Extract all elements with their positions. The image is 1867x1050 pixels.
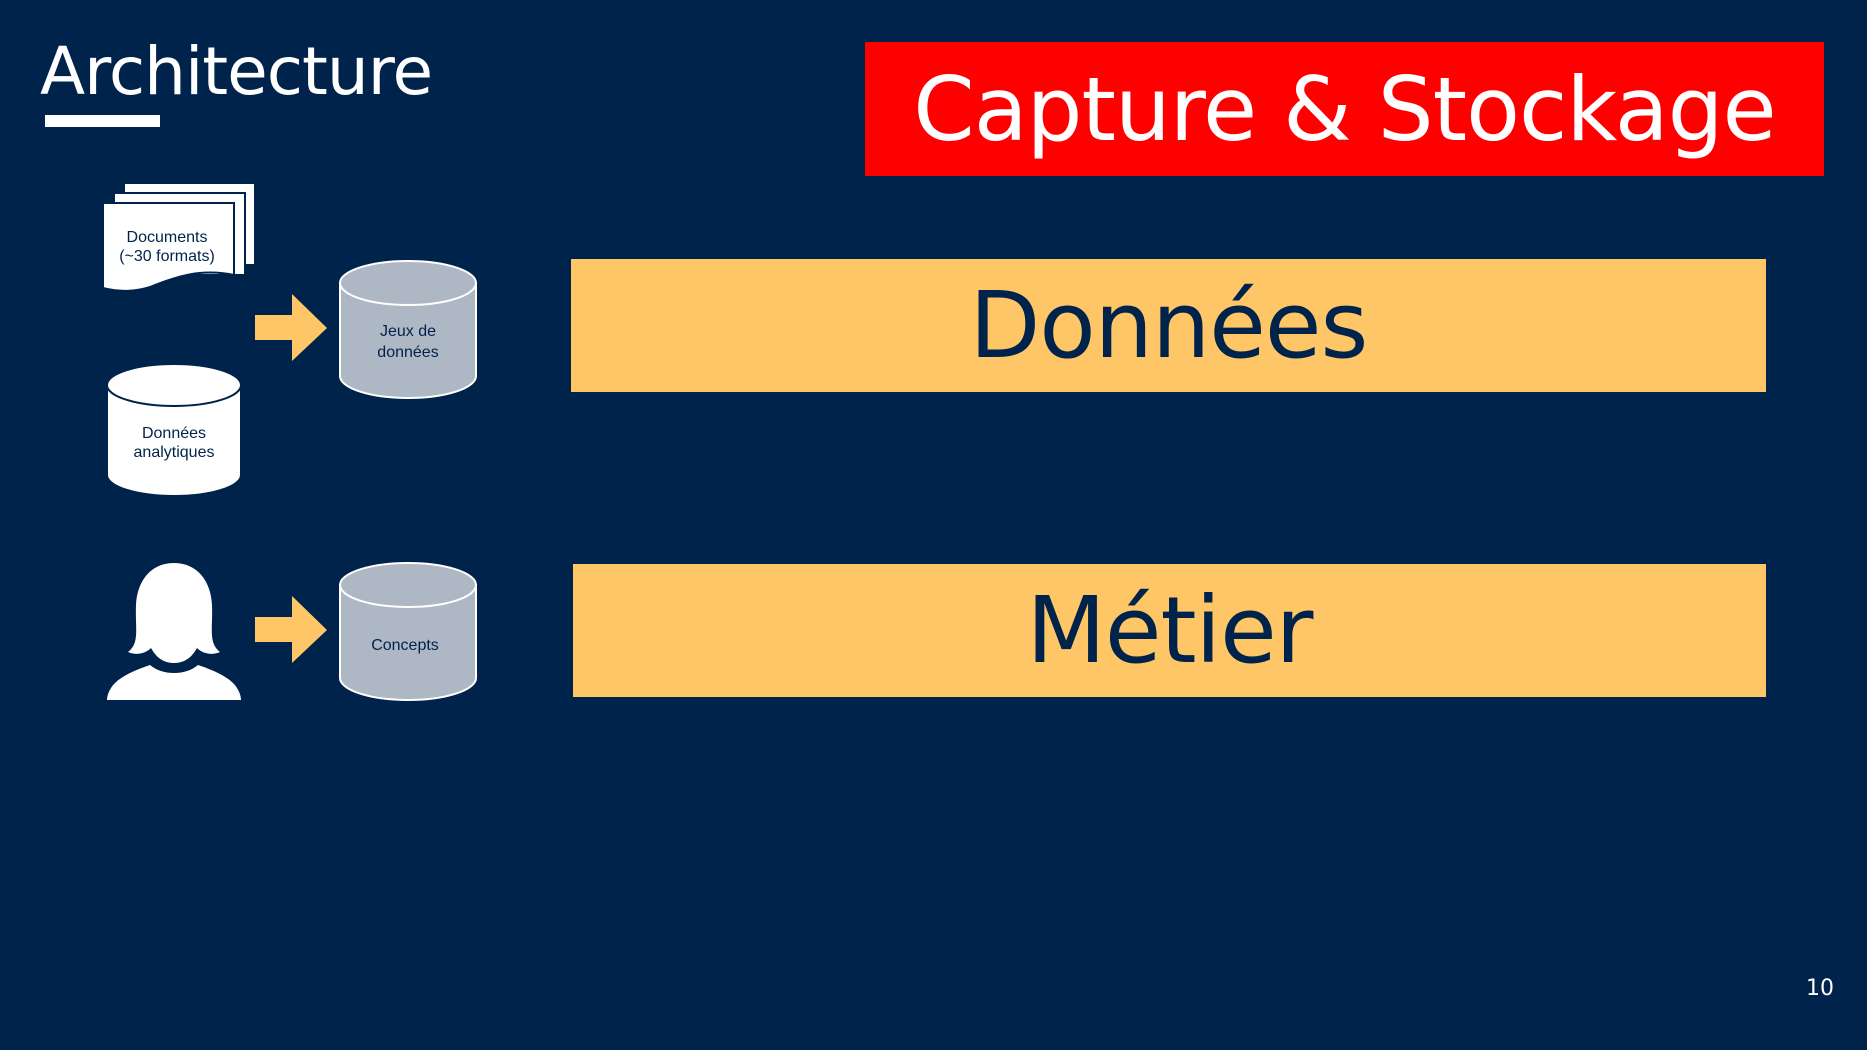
datasets-label-line2: données <box>377 344 438 361</box>
page-number: 10 <box>1806 976 1834 1001</box>
arrow-right-icon <box>255 596 327 663</box>
documents-label-line1: Documents <box>127 229 208 246</box>
arrow-right-icon <box>255 294 327 361</box>
datasets-label-line1: Jeux de <box>380 323 436 340</box>
analytics-label-line2: analytiques <box>134 444 215 461</box>
analytics-label-line1: Données <box>142 425 206 442</box>
woman-user-icon <box>107 563 241 700</box>
concepts-database-icon <box>339 562 477 701</box>
documents-label-line2: (~30 formats) <box>119 248 215 265</box>
architecture-diagram: Documents (~30 formats) Données analytiq… <box>102 182 477 701</box>
concepts-label: Concepts <box>371 637 439 654</box>
